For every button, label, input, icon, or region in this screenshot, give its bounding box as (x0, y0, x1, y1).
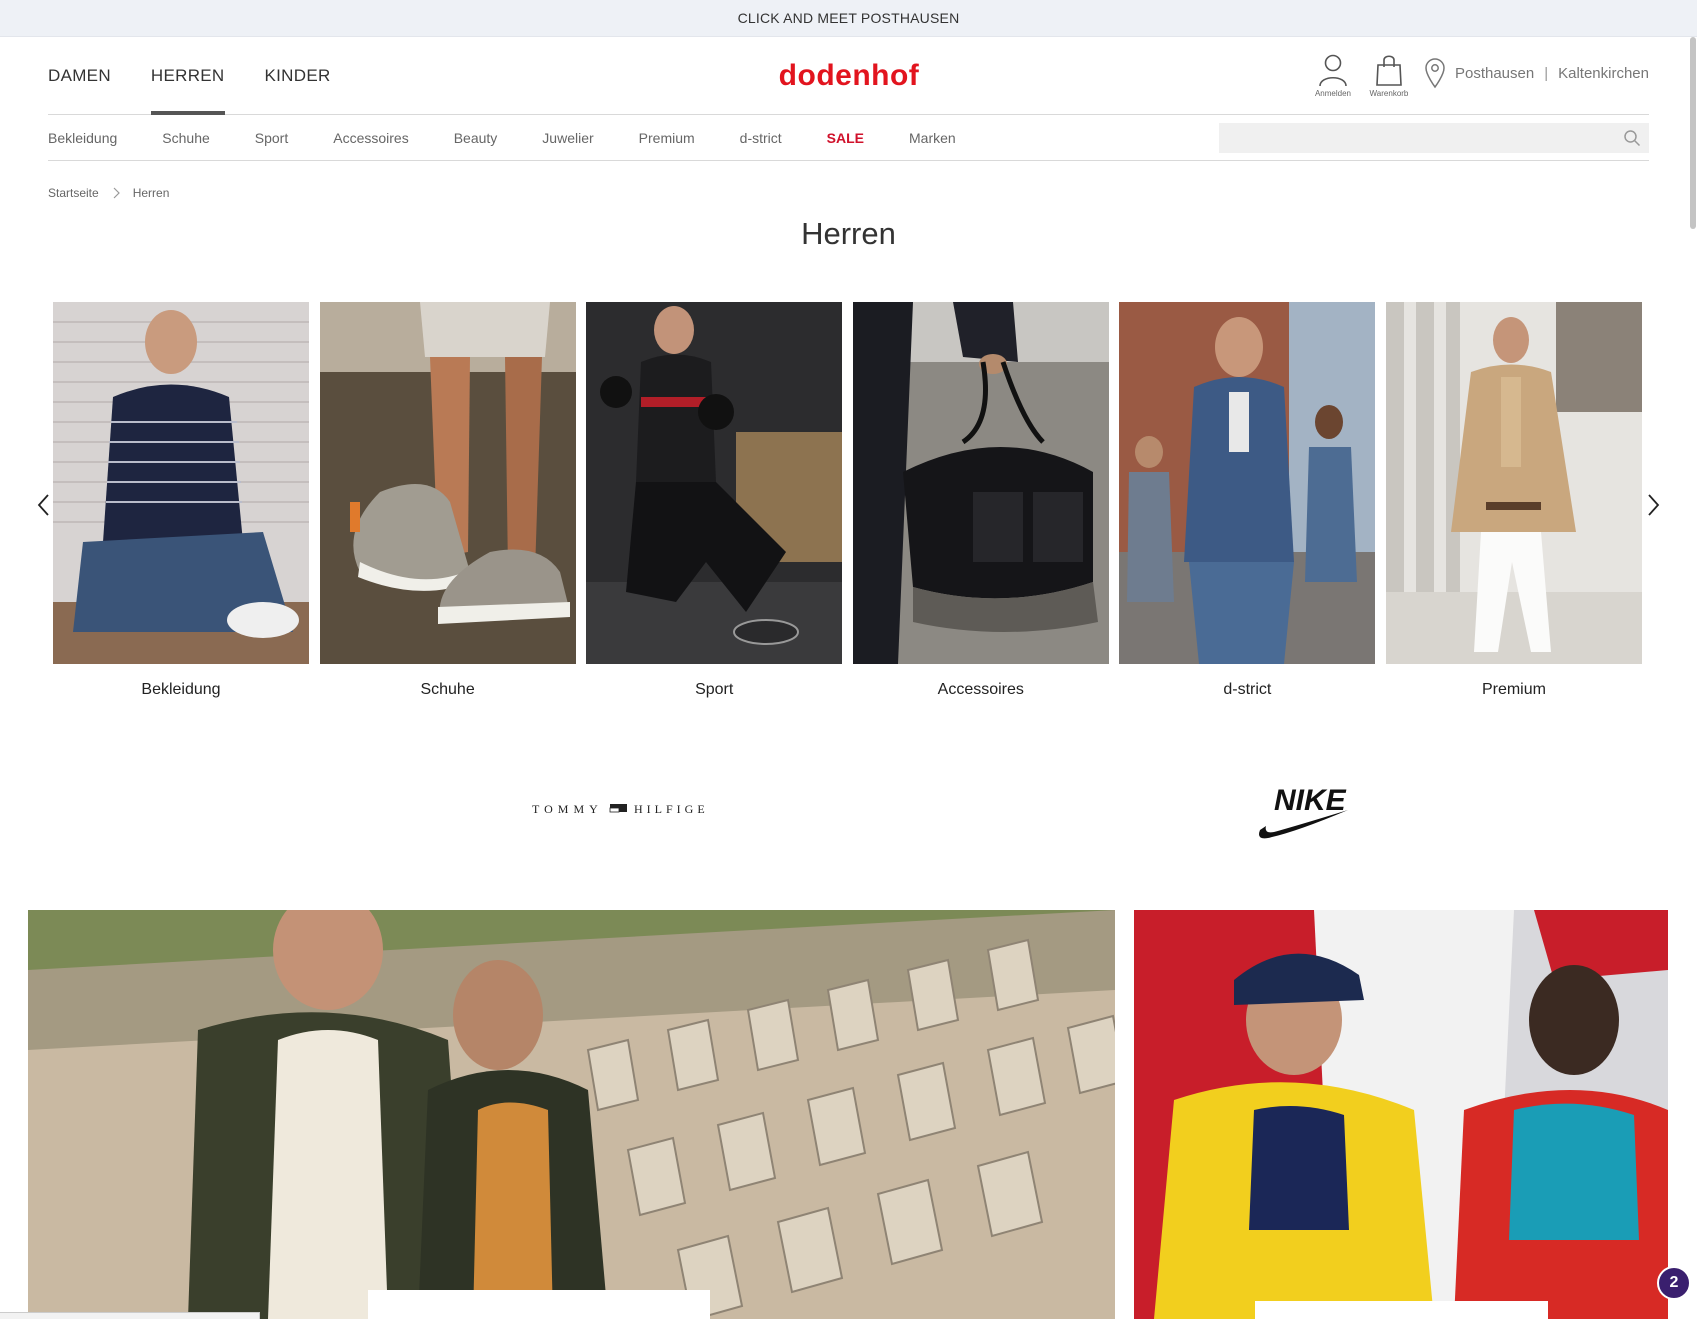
page-title: Herren (801, 216, 896, 251)
category-tile-premium[interactable]: Premium (1385, 302, 1642, 699)
promo-banner-left[interactable] (28, 910, 1115, 1319)
category-sport[interactable]: Sport (255, 130, 288, 146)
login-button[interactable]: Anmelden (1305, 53, 1361, 98)
tile-image-sport (586, 302, 843, 664)
category-sale[interactable]: SALE (827, 130, 864, 146)
tile-label-accessoires: Accessoires (937, 681, 1024, 698)
search-icon[interactable] (1623, 129, 1641, 147)
gender-tab-kinder[interactable]: KINDER (265, 37, 331, 115)
page-scrollbar[interactable] (1687, 37, 1697, 1319)
tile-image-premium (1385, 302, 1642, 664)
category-schuhe[interactable]: Schuhe (162, 130, 209, 146)
announcement-text: CLICK AND MEET POSTHAUSEN (737, 10, 960, 26)
nike-logo-text: NIKE (1274, 784, 1347, 817)
gender-tab-herren[interactable]: HERREN (150, 37, 225, 115)
category-tile-accessoires[interactable]: Accessoires (852, 302, 1109, 699)
login-label: Anmelden (1314, 89, 1351, 98)
category-list: Bekleidung Schuhe Sport Accessoires Beau… (48, 115, 1001, 161)
tommy-hilfiger-logo[interactable]: TOMMY HILFIGER (532, 800, 708, 818)
tile-label-premium: Premium (1481, 681, 1546, 698)
category-juwelier[interactable]: Juwelier (542, 130, 593, 146)
store-posthausen[interactable]: Posthausen (1455, 65, 1534, 82)
category-beauty[interactable]: Beauty (454, 130, 498, 146)
chevron-right-icon (113, 187, 120, 199)
category-tile-d-strict[interactable]: d-strict (1119, 302, 1376, 699)
category-tile-sport[interactable]: Sport (586, 302, 843, 699)
search-input[interactable] (1219, 123, 1609, 153)
announcement-bar[interactable]: CLICK AND MEET POSTHAUSEN (0, 0, 1697, 37)
category-d-strict[interactable]: d-strict (740, 130, 782, 146)
breadcrumb: Startseite Herren (48, 186, 169, 200)
category-nav: Bekleidung Schuhe Sport Accessoires Beau… (48, 115, 1649, 161)
gender-tab-damen[interactable]: DAMEN (48, 37, 111, 115)
breadcrumb-home[interactable]: Startseite (48, 186, 99, 200)
gender-nav: DAMEN HERREN KINDER (48, 37, 371, 115)
tile-image-accessoires (852, 302, 1109, 664)
store-kaltenkirchen[interactable]: Kaltenkirchen (1558, 65, 1649, 82)
tommy-logo-text-right: HILFIGER (634, 802, 708, 816)
chat-notification-badge[interactable]: 2 (1657, 1266, 1691, 1300)
promo-card-right (1255, 1301, 1548, 1319)
category-accessoires[interactable]: Accessoires (333, 130, 408, 146)
browser-status-bar (0, 1312, 260, 1319)
tommy-logo-text-left: TOMMY (532, 802, 603, 816)
tile-label-sport: Sport (695, 681, 734, 698)
breadcrumb-current: Herren (132, 186, 170, 200)
tile-label-schuhe: Schuhe (420, 681, 475, 698)
nike-logo[interactable]: NIKE (1256, 778, 1352, 842)
store-separator: | (1544, 64, 1549, 82)
category-carousel: Bekleidung Schuhe Sport Accessoires d-st… (30, 302, 1667, 702)
site-header: DAMEN HERREN KINDER dodenhof Anmelden Wa… (48, 37, 1649, 115)
category-tile-schuhe[interactable]: Schuhe (319, 302, 576, 699)
cart-button[interactable]: Warenkorb (1361, 53, 1417, 98)
store-selector: Posthausen | Kaltenkirchen (1423, 57, 1649, 89)
cart-label: Warenkorb (1369, 89, 1409, 98)
location-pin-icon (1425, 58, 1445, 89)
shopping-bag-icon (1376, 55, 1402, 86)
chevron-left-icon[interactable] (34, 492, 54, 518)
tile-label-d-strict: d-strict (1223, 681, 1272, 698)
category-bekleidung[interactable]: Bekleidung (48, 130, 117, 146)
user-icon (1319, 54, 1347, 87)
category-marken[interactable]: Marken (909, 130, 956, 146)
promo-image-right (1134, 910, 1668, 1319)
chevron-right-icon[interactable] (1643, 492, 1663, 518)
search-box (1219, 123, 1649, 153)
tile-label-bekleidung: Bekleidung (141, 681, 221, 698)
category-premium[interactable]: Premium (639, 130, 695, 146)
header-actions: Anmelden Warenkorb Posthausen | Kaltenki… (1305, 37, 1649, 115)
logo-text: dodenhof (779, 59, 920, 92)
scrollbar-thumb[interactable] (1690, 37, 1696, 229)
brand-logos: TOMMY HILFIGER NIKE (0, 770, 1697, 850)
promo-image-left (28, 910, 1115, 1319)
carousel-track: Bekleidung Schuhe Sport Accessoires d-st… (53, 302, 1653, 699)
tile-image-bekleidung (53, 302, 309, 664)
tile-image-d-strict (1119, 302, 1376, 664)
tile-image-schuhe (319, 302, 576, 664)
promo-banner-right[interactable] (1134, 910, 1668, 1319)
dodenhof-logo[interactable]: dodenhof (759, 57, 939, 93)
promo-card-left (368, 1290, 710, 1319)
category-tile-bekleidung[interactable]: Bekleidung (53, 302, 309, 699)
